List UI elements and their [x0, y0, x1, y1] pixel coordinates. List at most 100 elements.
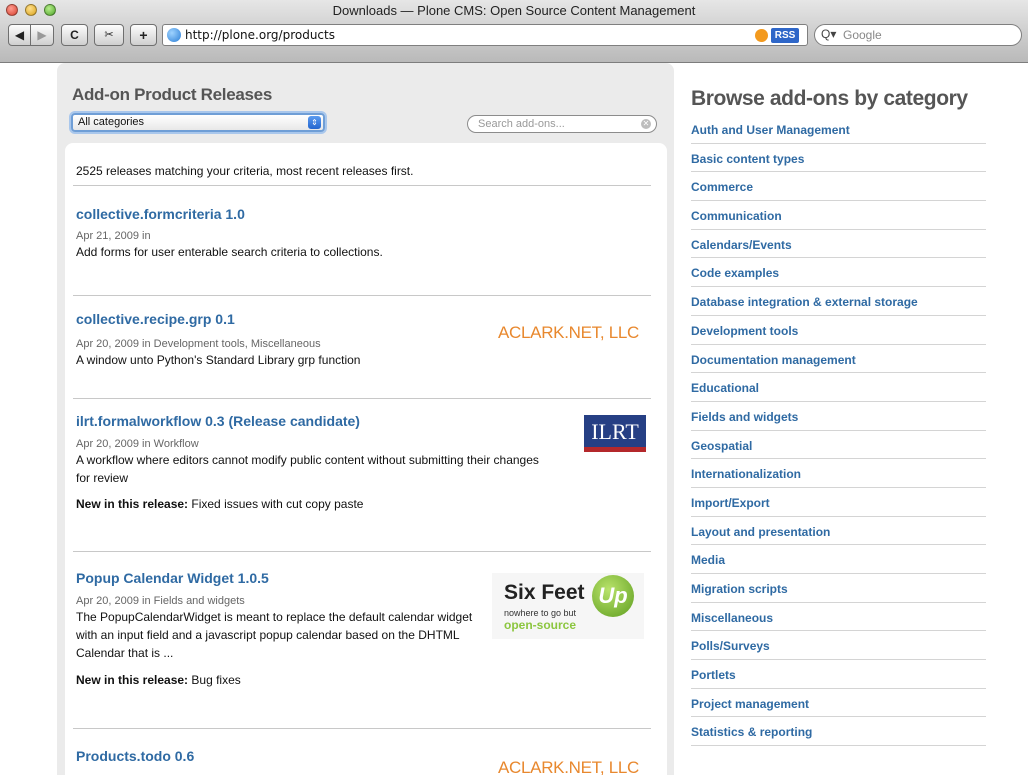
- aclark-logo: ACLARK.NET, LLC: [498, 758, 639, 775]
- category-link[interactable]: Documentation management: [691, 353, 856, 367]
- category-link[interactable]: Migration scripts: [691, 582, 788, 596]
- web-search-placeholder[interactable]: Google: [843, 28, 882, 42]
- web-clip-icon: ✂: [104, 29, 114, 41]
- category-item: Documentation management: [691, 345, 986, 374]
- category-link[interactable]: Miscellaneous: [691, 611, 773, 625]
- category-link[interactable]: Commerce: [691, 180, 753, 194]
- release-new-note: New in this release: Bug fixes: [76, 673, 486, 687]
- category-item: Commerce: [691, 172, 986, 202]
- category-item: Polls/Surveys: [691, 631, 986, 661]
- web-search-field[interactable]: Q▾ Google: [814, 24, 1022, 46]
- release-date: Apr 20, 2009 in Fields and widgets: [76, 595, 245, 607]
- category-item: Code examples: [691, 258, 986, 288]
- browse-heading: Browse add-ons by category: [691, 87, 968, 110]
- rss-icon: [755, 29, 768, 42]
- category-item: Calendars/Events: [691, 230, 986, 259]
- release-description: Add forms for user enterable search crit…: [76, 245, 383, 259]
- release-description: A window unto Python's Standard Library …: [76, 353, 361, 367]
- category-link[interactable]: Database integration & external storage: [691, 295, 918, 309]
- category-item: Educational: [691, 373, 986, 402]
- release-title-link[interactable]: collective.formcriteria 1.0: [76, 206, 656, 222]
- category-link[interactable]: Polls/Surveys: [691, 639, 770, 653]
- add-bookmark-button[interactable]: +: [130, 24, 157, 46]
- category-link[interactable]: Calendars/Events: [691, 238, 792, 252]
- category-item: Media: [691, 545, 986, 574]
- release-item: collective.formcriteria 1.0 Apr 21, 2009…: [76, 206, 656, 261]
- category-link[interactable]: Project management: [691, 697, 809, 711]
- web-clip-button[interactable]: ✂: [94, 24, 124, 46]
- back-arrow-icon: ◀: [14, 28, 25, 42]
- aclark-logo: ACLARK.NET, LLC: [498, 323, 639, 342]
- forward-arrow-icon: ▶: [37, 28, 47, 42]
- forward-button[interactable]: ▶: [31, 24, 54, 46]
- category-link[interactable]: Portlets: [691, 668, 736, 682]
- category-item: Auth and User Management: [691, 115, 986, 144]
- reload-icon: C: [70, 28, 79, 42]
- new-in-release-text: Fixed issues with cut copy paste: [191, 497, 364, 511]
- back-button[interactable]: ◀: [8, 24, 31, 46]
- category-item: Communication: [691, 201, 986, 230]
- category-link[interactable]: Internationalization: [691, 467, 801, 481]
- address-bar[interactable]: http://plone.org/products: [162, 24, 808, 46]
- category-select-value[interactable]: All categories: [78, 116, 144, 128]
- category-link[interactable]: Communication: [691, 209, 782, 223]
- category-select[interactable]: All categories ⇕: [71, 113, 325, 132]
- release-title-link[interactable]: ilrt.formalworkflow 0.3 (Release candida…: [76, 413, 556, 429]
- reload-button[interactable]: C: [61, 24, 88, 46]
- page-content: Add-on Product Releases All categories ⇕…: [0, 63, 1028, 775]
- release-title-link[interactable]: Popup Calendar Widget 1.0.5: [76, 570, 486, 586]
- category-item: Fields and widgets: [691, 402, 986, 431]
- category-item: Statistics & reporting: [691, 717, 986, 747]
- divider: [73, 295, 651, 296]
- sixfeetup-logo-text: Six Feet: [504, 581, 585, 604]
- category-item: Portlets: [691, 660, 986, 689]
- sixfeetup-open-source: open-source: [504, 618, 577, 632]
- release-date: Apr 21, 2009 in: [76, 230, 151, 242]
- window-titlebar: Downloads — Plone CMS: Open Source Conte…: [0, 0, 1028, 63]
- globe-icon: [167, 28, 181, 42]
- category-link[interactable]: Fields and widgets: [691, 410, 798, 424]
- magnifier-icon[interactable]: Q▾: [821, 27, 836, 41]
- new-in-release-label: New in this release:: [76, 673, 189, 687]
- category-item: Basic content types: [691, 144, 986, 173]
- new-in-release-label: New in this release:: [76, 497, 189, 511]
- category-list: Auth and User Management Basic content t…: [691, 115, 986, 747]
- window-title: Downloads — Plone CMS: Open Source Conte…: [332, 3, 696, 18]
- category-link[interactable]: Import/Export: [691, 496, 770, 510]
- category-item: Miscellaneous: [691, 603, 986, 632]
- divider: [73, 728, 651, 729]
- address-bar-url[interactable]: http://plone.org/products: [185, 28, 335, 42]
- up-arrow-icon: Up: [592, 575, 634, 617]
- rss-badge[interactable]: RSS: [771, 28, 799, 43]
- results-count: 2525 releases matching your criteria, mo…: [76, 164, 414, 178]
- category-link[interactable]: Statistics & reporting: [691, 725, 812, 739]
- divider: [73, 551, 651, 552]
- category-link[interactable]: Layout and presentation: [691, 525, 830, 539]
- releases-heading: Add-on Product Releases: [72, 85, 272, 104]
- category-link[interactable]: Educational: [691, 381, 759, 395]
- category-link[interactable]: Auth and User Management: [691, 123, 850, 137]
- ilrt-logo: ILRT: [584, 415, 646, 452]
- results-list: 2525 releases matching your criteria, mo…: [65, 143, 667, 775]
- plus-icon: +: [139, 27, 148, 43]
- category-link[interactable]: Media: [691, 553, 725, 567]
- addon-search-field[interactable]: ✕: [467, 115, 657, 133]
- release-item: Popup Calendar Widget 1.0.5 Apr 20, 2009…: [76, 570, 486, 687]
- release-new-note: New in this release: Fixed issues with c…: [76, 497, 556, 511]
- category-item: Internationalization: [691, 459, 986, 488]
- updown-arrow-icon[interactable]: ⇕: [308, 116, 321, 129]
- category-item: Layout and presentation: [691, 517, 986, 546]
- category-link[interactable]: Development tools: [691, 324, 798, 338]
- category-item: Import/Export: [691, 488, 986, 517]
- category-link[interactable]: Code examples: [691, 266, 779, 280]
- release-description: The PopupCalendarWidget is meant to repl…: [76, 610, 473, 660]
- release-item: ilrt.formalworkflow 0.3 (Release candida…: [76, 413, 556, 511]
- category-item: Migration scripts: [691, 574, 986, 603]
- addon-search-input[interactable]: [478, 116, 628, 132]
- category-link[interactable]: Geospatial: [691, 439, 752, 453]
- releases-panel: Add-on Product Releases All categories ⇕…: [57, 63, 674, 775]
- divider: [73, 398, 651, 399]
- category-link[interactable]: Basic content types: [691, 152, 804, 166]
- category-item: Database integration & external storage: [691, 287, 986, 316]
- clear-icon[interactable]: ✕: [641, 119, 651, 129]
